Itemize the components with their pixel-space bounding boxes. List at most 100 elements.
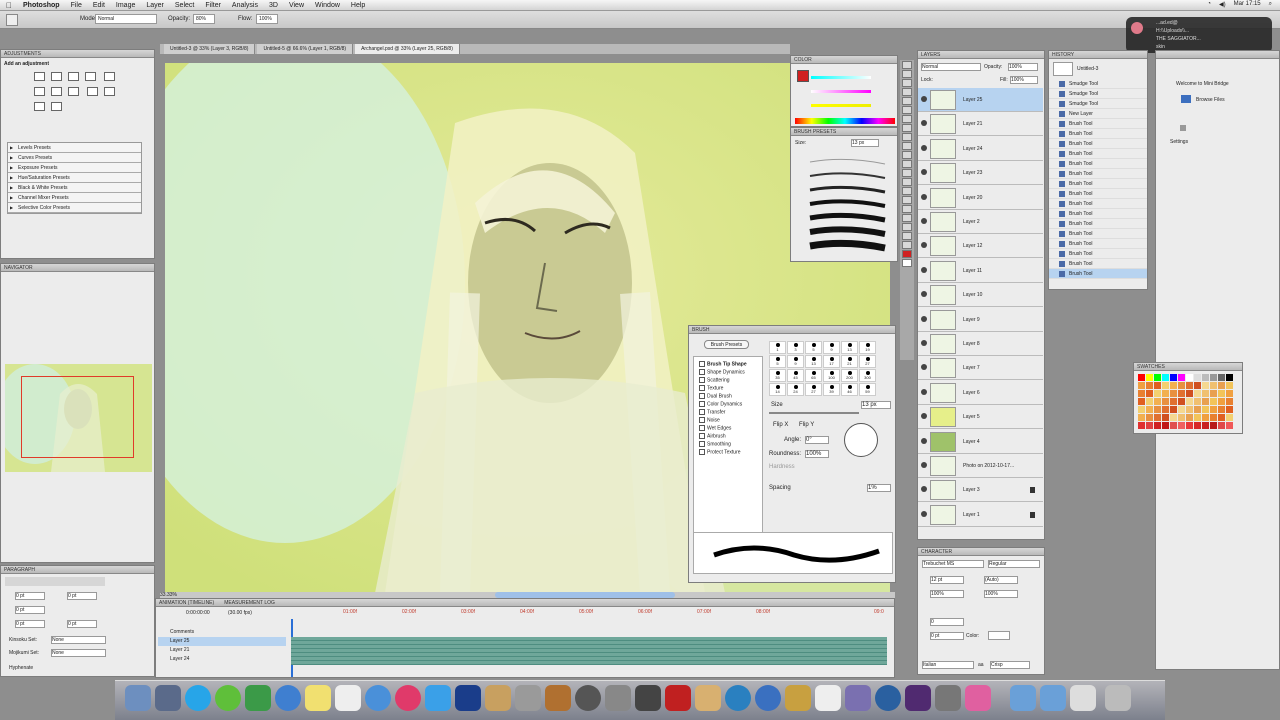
history-state[interactable]: Brush Tool xyxy=(1049,179,1147,189)
swatch[interactable] xyxy=(1226,406,1233,413)
slider-c[interactable] xyxy=(811,76,871,79)
layer-row[interactable]: Layer 21 xyxy=(918,112,1043,137)
swatch[interactable] xyxy=(1146,382,1153,389)
camera-icon[interactable] xyxy=(635,685,661,711)
brush-tip[interactable]: 24 xyxy=(787,383,804,396)
preset-bw[interactable]: Black & White Presets xyxy=(8,183,141,193)
history-state[interactable]: Brush Tool xyxy=(1049,219,1147,229)
finder-icon[interactable] xyxy=(125,685,151,711)
invert-icon[interactable] xyxy=(86,87,98,96)
lastfm-icon[interactable] xyxy=(395,685,421,711)
posterize-icon[interactable] xyxy=(103,87,115,96)
swatch[interactable] xyxy=(1218,422,1225,429)
opt-protect-texture[interactable]: Protect Texture xyxy=(699,449,741,455)
swatch[interactable] xyxy=(1162,398,1169,405)
swatch[interactable] xyxy=(1170,390,1177,397)
layer-row[interactable]: Layer 6 xyxy=(918,380,1043,405)
swatch[interactable] xyxy=(1186,390,1193,397)
globe-icon[interactable] xyxy=(875,685,901,711)
marquee-tool[interactable] xyxy=(902,70,912,78)
blend-mode-select[interactable]: Normal xyxy=(921,63,981,71)
visibility-icon[interactable] xyxy=(921,462,927,468)
history-snapshot[interactable]: Untitled-3 xyxy=(1049,59,1147,79)
leading-field[interactable]: (Auto) xyxy=(984,576,1018,584)
threshold-icon[interactable] xyxy=(34,102,45,111)
stickies-icon[interactable] xyxy=(305,685,331,711)
brush-tip[interactable]: 14 xyxy=(769,383,786,396)
app-icon-23[interactable] xyxy=(815,685,841,711)
visibility-icon[interactable] xyxy=(921,242,927,249)
layer-row[interactable]: Layer 1 xyxy=(918,502,1043,527)
visibility-icon[interactable] xyxy=(921,388,927,395)
downloads-folder-icon[interactable] xyxy=(1010,685,1036,711)
swatch[interactable] xyxy=(1202,422,1209,429)
quick-select-tool[interactable] xyxy=(902,88,912,96)
swatch[interactable] xyxy=(1170,414,1177,421)
menu-select[interactable]: Select xyxy=(175,2,194,9)
swatch[interactable] xyxy=(1178,422,1185,429)
visibility-icon[interactable] xyxy=(921,486,927,493)
history-state[interactable]: Brush Tool xyxy=(1049,249,1147,259)
visibility-icon[interactable] xyxy=(921,144,927,151)
swatch[interactable] xyxy=(1138,406,1145,413)
tab-untitled-5[interactable]: Untitled-5 @ 66.6% (Layer 1, RGB/8) xyxy=(257,44,354,54)
opacity-field[interactable]: 80% xyxy=(193,14,215,24)
brush-tip[interactable]: 65 xyxy=(805,369,822,382)
layer-row[interactable]: Layer 25 xyxy=(918,88,1043,112)
swatch[interactable] xyxy=(1186,406,1193,413)
swatch[interactable] xyxy=(1178,382,1185,389)
documents-folder-icon[interactable] xyxy=(1040,685,1066,711)
opt-smoothing[interactable]: Smoothing xyxy=(699,441,731,447)
app-icon-26[interactable] xyxy=(905,685,931,711)
swatch[interactable] xyxy=(1170,422,1177,429)
swatch[interactable] xyxy=(1218,390,1225,397)
brush-tip[interactable]: 300 xyxy=(859,369,876,382)
layer-row[interactable]: Layer 9 xyxy=(918,307,1043,332)
swatch[interactable] xyxy=(1202,406,1209,413)
apple-menu-icon[interactable]:  xyxy=(6,1,12,10)
swatch[interactable] xyxy=(1210,398,1217,405)
brush-tip[interactable]: 27 xyxy=(859,355,876,368)
swatch[interactable] xyxy=(1138,414,1145,421)
guitar-icon[interactable] xyxy=(545,685,571,711)
history-state[interactable]: Brush Tool xyxy=(1049,139,1147,149)
flow-field[interactable]: 100% xyxy=(256,14,278,24)
menu-view[interactable]: View xyxy=(289,2,304,9)
menu-analysis[interactable]: Analysis xyxy=(232,2,258,9)
bg-color-swatch[interactable] xyxy=(902,259,912,267)
slider-y[interactable] xyxy=(811,104,871,107)
app-icon-27[interactable] xyxy=(935,685,961,711)
swatch[interactable] xyxy=(1194,390,1201,397)
swatch[interactable] xyxy=(1186,414,1193,421)
visibility-icon[interactable] xyxy=(921,218,927,224)
swatch[interactable] xyxy=(1194,374,1201,381)
visibility-icon[interactable] xyxy=(921,315,927,322)
path-select-tool[interactable] xyxy=(902,205,912,213)
swatch[interactable] xyxy=(1170,374,1177,381)
color-ramp[interactable] xyxy=(795,118,895,124)
baseline-field[interactable]: 0 pt xyxy=(930,632,964,640)
swatch[interactable] xyxy=(1154,382,1161,389)
space-before-field[interactable]: 0 pt xyxy=(15,620,45,628)
swatch[interactable] xyxy=(1162,406,1169,413)
brush-preset-strokes[interactable] xyxy=(795,156,891,254)
swatch[interactable] xyxy=(1210,406,1217,413)
volume-icon[interactable]: ◀) xyxy=(1219,1,1226,8)
crop-tool[interactable] xyxy=(902,97,912,105)
visibility-icon[interactable] xyxy=(921,266,927,273)
gradient-map-icon[interactable] xyxy=(51,102,62,111)
layer-row[interactable]: Layer 10 xyxy=(918,283,1043,308)
swatch[interactable] xyxy=(1138,422,1145,429)
swatch[interactable] xyxy=(1138,390,1145,397)
aa-select[interactable]: Crisp xyxy=(990,661,1030,669)
history-state[interactable]: Brush Tool xyxy=(1049,199,1147,209)
swatch[interactable] xyxy=(1226,414,1233,421)
growl-notification[interactable]: ...ad.ed@ H:\\Uploads\\... THE SAGGIATOR… xyxy=(1126,17,1272,53)
history-state[interactable]: Smudge Tool xyxy=(1049,89,1147,99)
brush-tip[interactable]: 5 xyxy=(769,355,786,368)
navigator-view-rect[interactable] xyxy=(21,376,134,458)
sysprefs-icon[interactable] xyxy=(605,685,631,711)
photoshop-icon[interactable] xyxy=(455,685,481,711)
scale-vertical-field[interactable]: 100% xyxy=(930,590,964,598)
dashboard-icon[interactable] xyxy=(575,685,601,711)
